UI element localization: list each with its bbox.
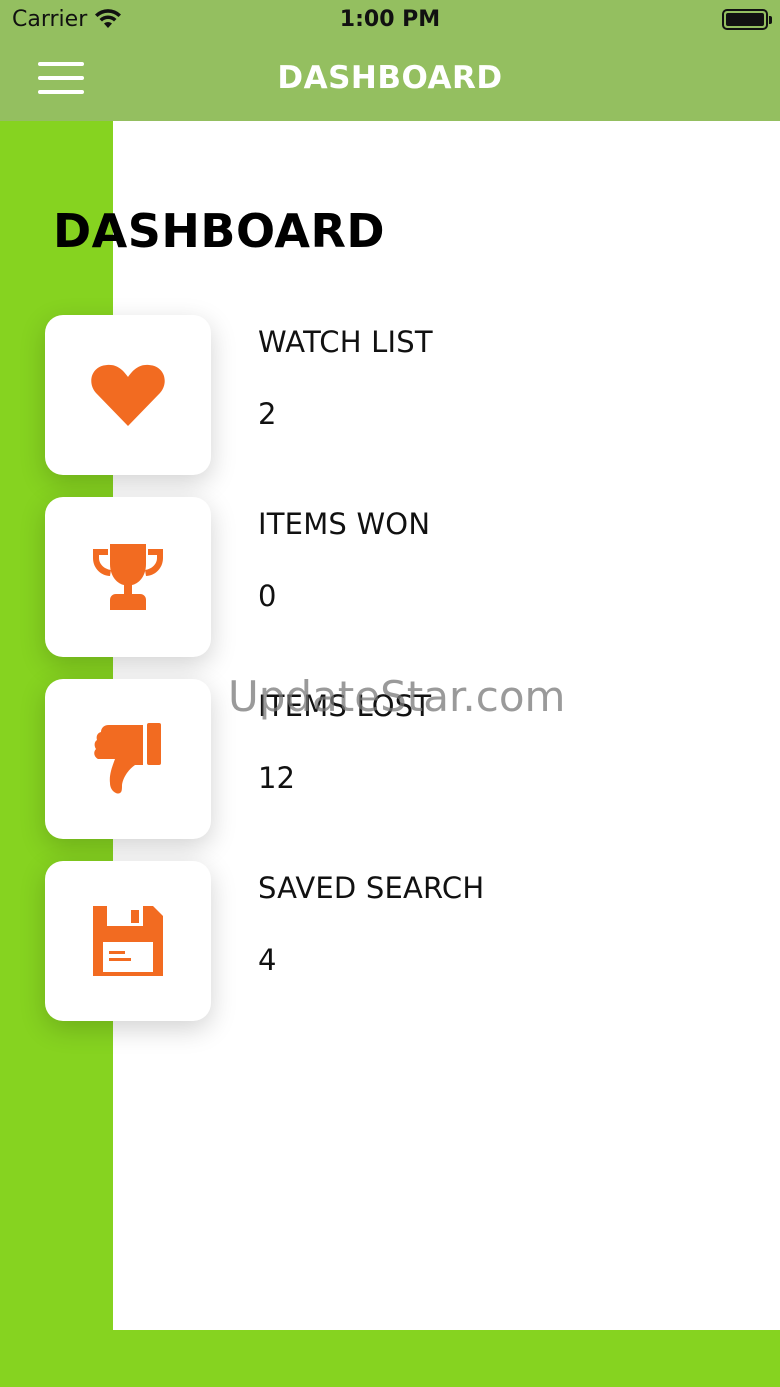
trophy-icon: [93, 544, 163, 610]
status-time: 1:00 PM: [339, 7, 441, 32]
stat-row-items-won: ITEMS WON 0: [45, 497, 745, 657]
status-bar: Carrier 1:00 PM: [0, 0, 780, 40]
items-won-button[interactable]: [45, 497, 211, 657]
floppy-disk-icon: [93, 906, 163, 976]
stat-label: SAVED SEARCH: [258, 871, 485, 905]
stat-value: 4: [258, 943, 277, 977]
saved-search-button[interactable]: [45, 861, 211, 1021]
page-title: DASHBOARD: [53, 204, 386, 258]
stat-value: 2: [258, 397, 277, 431]
battery-icon: [722, 9, 772, 30]
top-bar: Carrier 1:00 PM DASHBOARD: [0, 0, 780, 121]
watermark: UpdateStar.com: [228, 672, 566, 721]
stat-row-watch-list: WATCH LIST 2: [45, 315, 745, 475]
stat-value: 12: [258, 761, 295, 795]
stat-row-saved-search: SAVED SEARCH 4: [45, 861, 745, 1021]
watch-list-button[interactable]: [45, 315, 211, 475]
dashboard-screen: Carrier 1:00 PM DASHBOARD DASHBOARD WATC: [0, 0, 780, 1387]
nav-title: DASHBOARD: [277, 60, 503, 96]
items-lost-button[interactable]: [45, 679, 211, 839]
thumbs-down-icon: [94, 723, 161, 794]
stat-label: WATCH LIST: [258, 325, 433, 359]
heart-icon: [91, 364, 165, 426]
stat-value: 0: [258, 579, 277, 613]
stat-label: ITEMS WON: [258, 507, 431, 541]
